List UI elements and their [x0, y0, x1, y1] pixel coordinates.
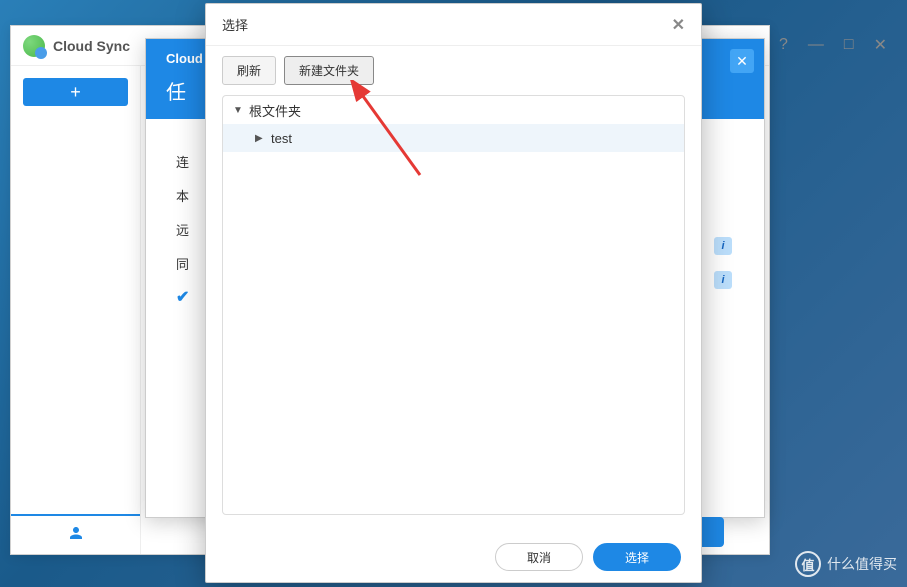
- window-title: Cloud Sync: [53, 38, 130, 54]
- new-folder-button[interactable]: 新建文件夹: [284, 56, 374, 85]
- select-button[interactable]: 选择: [593, 543, 681, 571]
- close-icon[interactable]: ✕: [874, 35, 887, 55]
- tree-label: test: [271, 131, 292, 146]
- select-folder-modal: 选择 ✕ 刷新 新建文件夹 ▼ 根文件夹 ▶ test 取消 选择: [205, 3, 702, 583]
- collapse-arrow-icon[interactable]: ▼: [233, 105, 245, 116]
- expand-arrow-icon[interactable]: ▶: [255, 133, 267, 144]
- modal-title: 选择: [222, 15, 248, 34]
- refresh-button[interactable]: 刷新: [222, 56, 276, 85]
- modal-close-button[interactable]: ✕: [672, 15, 685, 35]
- tree-label: 根文件夹: [249, 101, 301, 120]
- cancel-button[interactable]: 取消: [495, 543, 583, 571]
- modal-toolbar: 刷新 新建文件夹: [206, 46, 701, 95]
- wizard-close-button[interactable]: ✕: [730, 49, 754, 73]
- info-badge-2[interactable]: i: [714, 271, 732, 289]
- watermark-icon: 值: [795, 551, 821, 577]
- person-icon[interactable]: [67, 524, 85, 547]
- modal-footer: 取消 选择: [206, 532, 701, 582]
- sidebar-footer: [11, 514, 140, 554]
- info-badge-1[interactable]: i: [714, 237, 732, 255]
- cloud-sync-logo-icon: [23, 35, 45, 57]
- modal-header: 选择 ✕: [206, 4, 701, 46]
- tree-root-folder[interactable]: ▼ 根文件夹: [223, 96, 684, 124]
- watermark: 值 什么值得买: [795, 551, 897, 577]
- checkmark-icon: ✔: [176, 287, 189, 307]
- help-icon[interactable]: ?: [779, 36, 788, 54]
- tree-folder-test[interactable]: ▶ test: [223, 124, 684, 152]
- add-button[interactable]: +: [23, 78, 128, 106]
- watermark-text: 什么值得买: [827, 554, 897, 574]
- sidebar: +: [11, 66, 141, 554]
- minimize-icon[interactable]: —: [808, 36, 824, 54]
- folder-tree: ▼ 根文件夹 ▶ test: [222, 95, 685, 515]
- maximize-icon[interactable]: □: [844, 36, 854, 54]
